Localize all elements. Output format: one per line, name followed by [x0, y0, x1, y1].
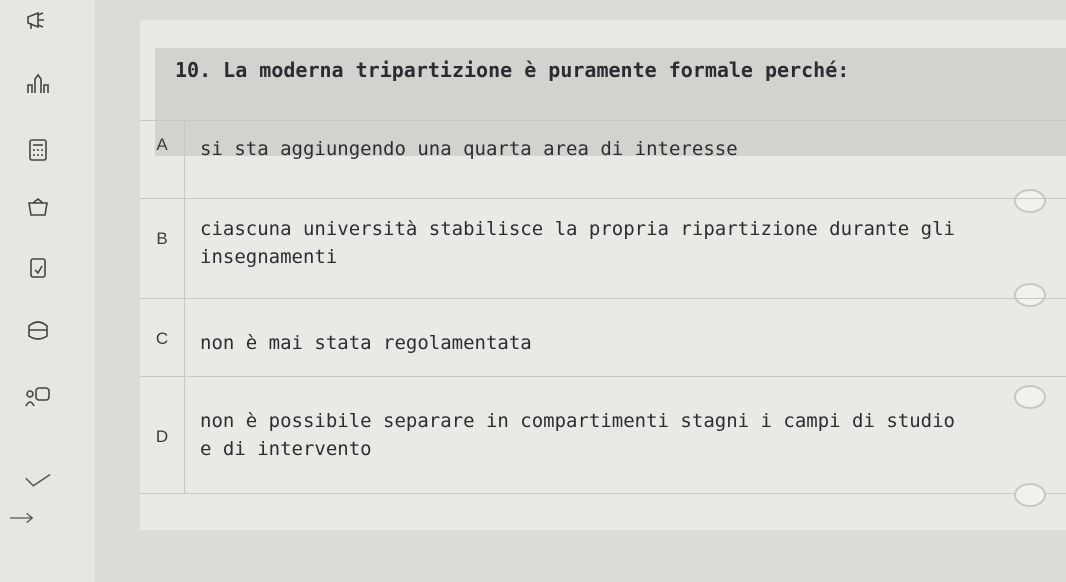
divider	[184, 121, 185, 199]
divider	[184, 199, 185, 299]
check-icon[interactable]	[24, 470, 52, 494]
option-c[interactable]: C non è mai stata regolamentata	[140, 298, 1066, 409]
option-d-radio[interactable]	[1014, 483, 1046, 507]
question-number: 10.	[175, 58, 212, 82]
megaphone-icon[interactable]	[24, 8, 52, 32]
divider	[184, 377, 185, 493]
option-text: non è mai stata regolamentata	[200, 332, 532, 354]
option-letter: D	[155, 427, 169, 446]
option-d[interactable]: D non è possibile separare in compartime…	[140, 376, 1066, 507]
divider	[184, 299, 185, 377]
bookmark-icon[interactable]	[24, 196, 52, 220]
option-text: ciascuna università stabilisce la propri…	[200, 218, 955, 268]
option-letter: A	[156, 135, 168, 154]
person-chat-icon[interactable]	[24, 386, 52, 410]
option-a[interactable]: A si sta aggiungendo una quarta area di …	[140, 120, 1066, 213]
option-text: si sta aggiungendo una quarta area di in…	[200, 138, 738, 160]
option-b[interactable]: B ciascuna università stabilisce la prop…	[140, 198, 1066, 307]
hands-icon[interactable]	[24, 72, 52, 96]
option-letter: C	[155, 329, 169, 348]
book-icon[interactable]	[24, 318, 52, 342]
calculator-icon[interactable]	[24, 138, 52, 162]
note-icon[interactable]	[24, 256, 52, 280]
option-text: non è possibile separare in compartiment…	[200, 410, 955, 460]
question-text: La moderna tripartizione è puramente for…	[223, 58, 850, 82]
sidebar	[0, 0, 95, 582]
arrow-right-icon[interactable]	[8, 506, 36, 530]
option-letter: B	[156, 229, 168, 248]
question-title: 10. La moderna tripartizione è puramente…	[175, 58, 849, 82]
